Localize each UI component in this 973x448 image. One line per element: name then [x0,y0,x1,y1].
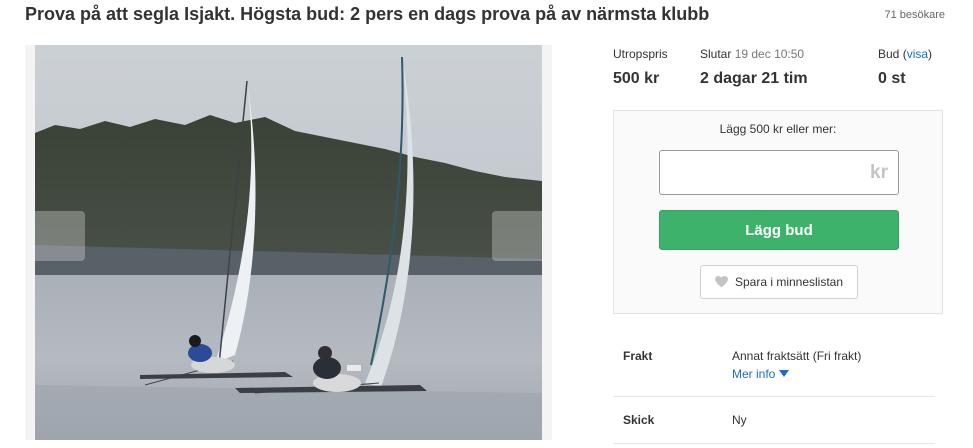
currency-suffix: kr [870,162,888,183]
bid-count: Bud (visa) 0 st [878,47,932,88]
auction-end: Slutar 19 dec 10:50 2 dagar 21 tim [700,47,808,88]
listing-title: Prova på att segla Isjakt. Högsta bud: 2… [25,4,710,24]
ends-date: 19 dec 10:50 [734,47,805,61]
condition-row: Skick Ny [613,397,935,444]
more-info-link[interactable]: Mer info [732,367,790,381]
bids-label: Bud [878,47,900,61]
bid-panel: Lägg 500 kr eller mer: kr Lägg bud Spara… [613,110,943,314]
bid-amount-input[interactable] [660,151,898,194]
time-left-value: 2 dagar 21 tim [700,70,808,87]
auction-end-label: Slutar 19 dec 10:50 [700,47,808,61]
shipping-row: Frakt Annat fraktsätt (Fri frakt) Mer in… [613,335,935,397]
bid-count-value: 0 st [878,70,906,87]
visitor-count: 71 besökare [884,9,945,21]
chevron-right-icon [492,211,542,261]
item-details: Frakt Annat fraktsätt (Fri frakt) Mer in… [613,335,935,444]
start-price: Utropspris 500 kr [613,47,668,88]
bid-hint: Lägg 500 kr eller mer: [719,122,837,136]
shipping-method: Annat fraktsätt (Fri frakt) [732,349,862,363]
ends-label: Slutar [700,47,732,61]
save-to-watchlist-button[interactable]: Spara i minneslistan [700,265,858,299]
condition-label: Skick [623,413,655,427]
bid-input-wrapper: kr [659,150,899,195]
previous-image-button[interactable] [35,211,85,261]
more-info-label: Mer info [732,367,776,381]
chevron-left-icon [35,211,85,261]
shipping-label: Frakt [623,349,653,363]
heart-icon [715,276,728,288]
save-button-label: Spara i minneslistan [734,275,844,289]
condition-value: Ny [732,413,747,427]
shipping-value: Annat fraktsätt (Fri frakt) Mer info [732,349,861,381]
start-price-label: Utropspris [613,47,668,61]
next-image-button[interactable] [492,211,542,261]
image-gallery [25,45,552,440]
show-bids-link[interactable]: visa [907,47,928,61]
start-price-value: 500 kr [613,70,660,87]
place-bid-button[interactable]: Lägg bud [659,210,899,250]
bids-paren-close: ) [928,47,933,61]
bid-count-label: Bud (visa) [878,47,932,61]
listing-photo[interactable] [35,45,542,440]
caret-down-icon [779,370,790,377]
